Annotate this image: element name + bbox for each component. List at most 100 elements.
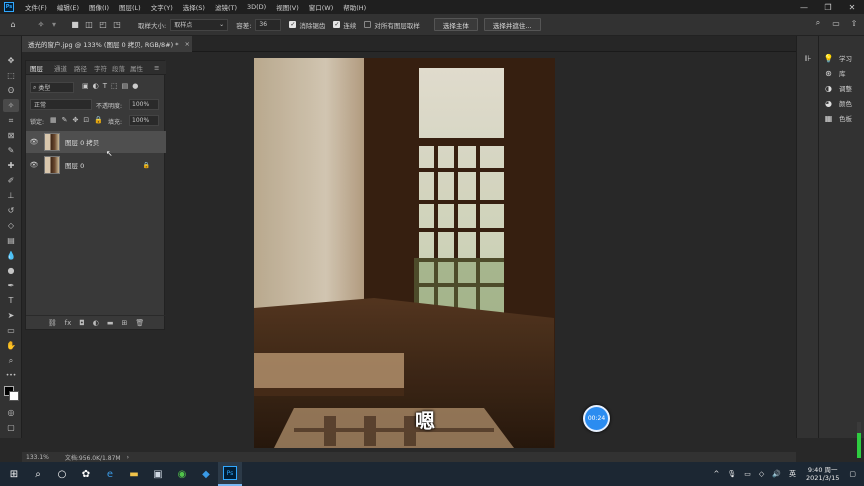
trash-icon[interactable]: 🗑 — [135, 319, 144, 327]
tab-channels[interactable]: 通道 — [54, 61, 67, 75]
link-layers-icon[interactable]: ⛓ — [48, 319, 57, 327]
antialias-checkbox[interactable]: ✓ 消除锯齿 — [289, 20, 325, 30]
panel-adjustments[interactable]: ◑ 调整 — [823, 82, 852, 94]
crop-tool-icon[interactable]: ⌗ — [3, 114, 19, 127]
clock[interactable]: 9:40 周一 2021/3/15 — [806, 466, 839, 482]
pen-tool-icon[interactable]: ✒ — [3, 279, 19, 292]
feishu-icon[interactable]: ◆ — [194, 462, 218, 486]
panel-learn[interactable]: 💡 学习 — [823, 52, 852, 64]
fill-input[interactable]: 100% — [129, 115, 159, 126]
lock-move-icon[interactable]: ✥ — [73, 116, 79, 124]
panel-menu-icon[interactable]: ≡ — [154, 61, 159, 75]
search-icon[interactable]: ⌕ — [26, 462, 50, 486]
tab-paths[interactable]: 路径 — [74, 61, 87, 75]
blend-mode-select[interactable]: 正常 — [30, 99, 92, 110]
layer-mask-icon[interactable]: ◘ — [79, 319, 85, 327]
share-icon[interactable]: ⇧ — [848, 18, 860, 28]
volume-icon[interactable]: 🔊 — [772, 470, 781, 478]
dodge-tool-icon[interactable]: ● — [3, 264, 19, 277]
panel-color[interactable]: ◕ 颜色 — [823, 97, 852, 109]
intersect-selection-icon[interactable]: ◳ — [110, 20, 124, 29]
store-icon[interactable]: ▣ — [146, 462, 170, 486]
opacity-input[interactable]: 100% — [129, 99, 159, 110]
photoshop-taskbar-icon[interactable]: Ps — [218, 462, 242, 486]
chevron-down-icon[interactable]: ▾ — [50, 20, 58, 29]
new-layer-icon[interactable]: ⊞ — [122, 319, 128, 327]
menu-edit[interactable]: 编辑(E) — [52, 2, 84, 12]
close-button[interactable]: ✕ — [840, 0, 864, 14]
edge-browser-icon[interactable]: e — [98, 462, 122, 486]
tab-character[interactable]: 字符 — [94, 61, 107, 75]
minimize-button[interactable]: — — [792, 0, 816, 14]
subtract-selection-icon[interactable]: ◰ — [96, 20, 110, 29]
menu-type[interactable]: 文字(Y) — [146, 2, 178, 12]
layer-row-selected[interactable]: 👁 图层 0 拷贝 — [26, 131, 166, 153]
filter-toggle-icon[interactable]: ● — [132, 82, 138, 90]
close-icon[interactable]: × — [184, 40, 189, 48]
app-pinwheel-icon[interactable]: ✿ — [74, 462, 98, 486]
panel-swatches[interactable]: ▦ 色板 — [823, 112, 852, 124]
tab-layers[interactable]: 图层 — [30, 61, 43, 75]
brush-tool-icon[interactable]: ✐ — [3, 174, 19, 187]
chevron-up-icon[interactable]: ^ — [714, 470, 720, 478]
menu-view[interactable]: 视图(V) — [271, 2, 304, 12]
microphone-icon[interactable]: 🎙 — [727, 470, 736, 478]
search-icon[interactable]: ⌕ — [812, 18, 824, 28]
zoom-level[interactable]: 133.1% — [26, 454, 49, 461]
eraser-tool-icon[interactable]: ◇ — [3, 219, 19, 232]
document-tab[interactable]: 透光的窗户.jpg @ 133% (图层 0 拷贝, RGB/8#) * × — [22, 36, 192, 52]
gradient-tool-icon[interactable]: ▤ — [3, 234, 19, 247]
eyedropper-tool-icon[interactable]: ✎ — [3, 144, 19, 157]
file-explorer-icon[interactable]: ▬ — [122, 462, 146, 486]
workspace-icon[interactable]: ▭ — [830, 18, 842, 28]
lock-paint-icon[interactable]: ✎ — [62, 116, 68, 124]
magic-wand-icon[interactable]: ✧ — [32, 20, 50, 29]
adjust-filter-icon[interactable]: ◐ — [93, 82, 99, 90]
lock-artboard-icon[interactable]: ⊡ — [83, 116, 89, 124]
clone-stamp-icon[interactable]: ⊥ — [3, 189, 19, 202]
visibility-eye-icon[interactable]: 👁 — [26, 161, 42, 169]
fx-icon[interactable]: fx — [65, 319, 72, 327]
healing-brush-icon[interactable]: ✚ — [3, 159, 19, 172]
group-icon[interactable]: ▬ — [107, 319, 114, 327]
document-canvas-image[interactable] — [254, 58, 555, 448]
image-filter-icon[interactable]: ▣ — [82, 82, 89, 90]
lock-transparent-icon[interactable]: ▦ — [50, 116, 57, 124]
more-tools-icon[interactable]: ••• — [3, 369, 19, 382]
battery-icon[interactable]: ▭ — [744, 470, 751, 478]
task-view-icon[interactable]: ○ — [50, 462, 74, 486]
menu-filter[interactable]: 滤镜(T) — [210, 2, 242, 12]
type-filter-icon[interactable]: T — [103, 82, 107, 90]
browser-360-icon[interactable]: ◉ — [170, 462, 194, 486]
menu-select[interactable]: 选择(S) — [178, 2, 210, 12]
screen-mode-icon[interactable]: ▢ — [3, 421, 19, 434]
select-and-mask-button[interactable]: 选择并遮住... — [483, 18, 541, 31]
menu-window[interactable]: 窗口(W) — [304, 2, 339, 12]
notification-icon[interactable]: ▢ — [849, 470, 856, 478]
menu-help[interactable]: 帮助(H) — [338, 2, 371, 12]
path-select-icon[interactable]: ➤ — [3, 309, 19, 322]
panel-library[interactable]: ⊛ 库 — [823, 67, 845, 79]
recording-timer[interactable]: 00:24 — [583, 405, 610, 432]
visibility-eye-icon[interactable]: 👁 — [26, 138, 42, 146]
layer-row[interactable]: 👁 图层 0 🔒 — [26, 154, 166, 176]
move-tool-icon[interactable]: ✥ — [3, 54, 19, 67]
quick-mask-icon[interactable]: ◎ — [3, 406, 19, 419]
background-color-swatch[interactable] — [9, 391, 19, 401]
tolerance-input[interactable]: 36 — [255, 18, 282, 31]
tab-paragraph[interactable]: 段落 — [112, 61, 125, 75]
layer-filter-select[interactable]: ⌕ 类型 — [30, 82, 74, 93]
select-subject-button[interactable]: 选择主体 — [433, 18, 478, 31]
lock-all-icon[interactable]: 🔒 — [94, 116, 103, 124]
contiguous-checkbox[interactable]: ✓ 连续 — [333, 20, 356, 30]
hand-tool-icon[interactable]: ✋ — [3, 339, 19, 352]
magic-wand-tool-icon[interactable]: ✧ — [3, 99, 19, 112]
status-expand-icon[interactable]: › — [127, 454, 129, 461]
home-icon[interactable]: ⌂ — [4, 20, 22, 29]
sample-size-select[interactable]: 取样点 ⌄ — [170, 18, 229, 31]
menu-3d[interactable]: 3D(D) — [242, 3, 271, 11]
new-selection-icon[interactable]: ■ — [68, 20, 82, 29]
all-layers-checkbox[interactable]: 对所有图层取样 — [364, 20, 420, 30]
history-brush-icon[interactable]: ↺ — [3, 204, 19, 217]
zoom-tool-icon[interactable]: ⌕ — [3, 354, 19, 367]
